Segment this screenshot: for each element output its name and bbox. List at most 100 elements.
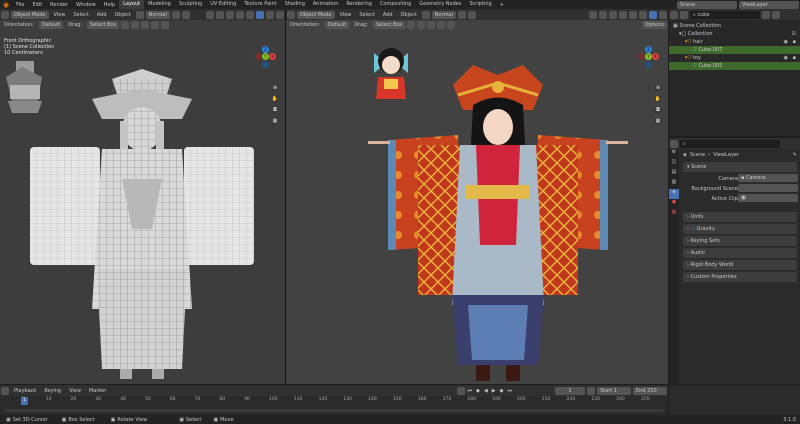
menu-render[interactable]: Render <box>46 2 72 8</box>
gizmo-x-axis[interactable]: X <box>652 53 659 60</box>
mode-selector[interactable]: Object Mode <box>297 10 335 19</box>
jump-start-icon[interactable]: ⏮ <box>466 388 475 394</box>
transform-orientation-icon[interactable] <box>135 10 144 19</box>
tab-scripting[interactable]: Scripting <box>465 0 495 9</box>
editor-type-icon[interactable] <box>287 10 295 19</box>
menu-add[interactable]: Add <box>379 12 397 18</box>
rendered-shading-icon[interactable] <box>659 10 667 19</box>
record-icon[interactable] <box>456 386 465 395</box>
camera-field[interactable]: ▪ Camera <box>738 174 798 182</box>
transform-orientation-icon[interactable] <box>421 10 430 19</box>
eye-icon[interactable]: ◉ <box>784 38 788 46</box>
menu-object[interactable]: Object <box>111 12 135 18</box>
view-layer-tab-icon[interactable]: ▥ <box>669 179 679 189</box>
snap-icon[interactable] <box>171 10 180 19</box>
orientation-dropdown[interactable]: Default <box>38 21 64 29</box>
shading-mode-selector[interactable]: Normal <box>145 10 170 19</box>
outliner-search-field[interactable]: ⌕ cube <box>690 10 760 19</box>
xray-icon[interactable] <box>619 10 627 19</box>
editor-type-icon[interactable] <box>1 10 9 19</box>
tab-rendering[interactable]: Rendering <box>342 0 376 9</box>
camera-icon[interactable]: ▪ <box>793 38 796 46</box>
navigation-gizmo[interactable]: Z X Y <box>255 46 276 80</box>
editor-type-icon[interactable] <box>670 139 678 148</box>
filter-icon[interactable] <box>762 10 770 19</box>
tab-modeling[interactable]: Modeling <box>144 0 175 9</box>
menu-add[interactable]: Add <box>93 12 111 18</box>
menu-keying[interactable]: Keying <box>40 388 65 394</box>
gizmo-toggle-icon[interactable] <box>599 10 607 19</box>
gravity-panel-header[interactable]: › ☑ Gravity <box>683 224 797 234</box>
current-frame-field[interactable]: 1 <box>555 386 585 395</box>
blender-logo-icon[interactable]: ◉ <box>0 1 12 9</box>
select-mode-invert-icon[interactable] <box>151 21 160 29</box>
outliner-row-cube-005[interactable]: ▽ Cube.005 <box>669 62 800 70</box>
select-mode-subtract-icon[interactable] <box>141 21 150 29</box>
drag-dropdown[interactable]: Select Box <box>87 21 120 29</box>
gizmo-neg-x[interactable] <box>255 53 262 60</box>
gizmo-x-axis[interactable]: X <box>269 53 276 60</box>
visibility-icon[interactable] <box>589 10 597 19</box>
menu-select[interactable]: Select <box>355 12 378 18</box>
scene-panel-header[interactable]: ▾ Scene <box>683 162 797 172</box>
rendered-shading-icon[interactable] <box>276 10 284 19</box>
select-mode-invert-icon[interactable] <box>437 21 446 29</box>
menu-select[interactable]: Select <box>69 12 92 18</box>
world-tab-icon[interactable]: ● <box>669 199 679 209</box>
tab-geometry-nodes[interactable]: Geometry Nodes <box>415 0 465 9</box>
tab-animation[interactable]: Animation <box>309 0 343 9</box>
options-dropdown[interactable]: Options <box>641 21 667 29</box>
menu-file[interactable]: File <box>12 2 28 8</box>
menu-view[interactable]: View <box>65 388 85 394</box>
select-mode-intersect-icon[interactable] <box>447 21 456 29</box>
drag-dropdown[interactable]: Select Box <box>373 21 406 29</box>
scene-tab-icon[interactable]: ◈ <box>669 189 679 199</box>
camera-view-icon[interactable]: ◘ <box>271 106 279 114</box>
scene-selector[interactable]: Scene <box>677 0 737 9</box>
outliner-row-cube-007[interactable]: ▽ Cube.007 <box>669 46 800 54</box>
proportional-edit-icon[interactable] <box>467 10 476 19</box>
overlay-toggle-icon[interactable] <box>609 10 617 19</box>
select-mode-extend-icon[interactable] <box>131 21 140 29</box>
next-keyframe-icon[interactable]: ◆ <box>498 388 506 394</box>
zoom-icon[interactable]: ⊕ <box>654 84 662 92</box>
end-frame-field[interactable]: End 250 <box>633 386 667 395</box>
outliner-row-hair[interactable]: ▾▽ hair ◉ ▪ <box>669 38 800 46</box>
editor-type-icon[interactable] <box>670 10 678 19</box>
tab-uv-editing[interactable]: UV Editing <box>206 0 240 9</box>
new-collection-icon[interactable] <box>772 10 780 19</box>
material-shading-icon[interactable] <box>266 10 274 19</box>
gizmo-neg-z[interactable] <box>645 61 652 68</box>
select-mode-subtract-icon[interactable] <box>427 21 436 29</box>
gizmo-z-axis[interactable]: Z <box>262 46 269 53</box>
menu-playback[interactable]: Playback <box>10 388 40 394</box>
orientation-dropdown[interactable]: Default <box>324 21 350 29</box>
gizmo-toggle-icon[interactable] <box>216 10 224 19</box>
rigid-body-world-panel-header[interactable]: › Rigid Body World <box>683 260 797 270</box>
menu-object[interactable]: Object <box>397 12 421 18</box>
play-icon[interactable]: ▶ <box>490 388 498 394</box>
prev-keyframe-icon[interactable]: ◆ <box>474 388 482 394</box>
audio-panel-header[interactable]: › Audio <box>683 248 797 258</box>
preview-range-icon[interactable] <box>587 386 595 395</box>
tool-tab-icon[interactable]: ⚙ <box>669 149 679 159</box>
grid-view-icon[interactable]: ▦ <box>271 117 279 125</box>
output-tab-icon[interactable]: ▤ <box>669 169 679 179</box>
select-mode-new-icon[interactable] <box>407 21 416 29</box>
solid-shading-icon[interactable] <box>256 10 264 19</box>
right-viewport[interactable]: Object Mode View Select Add Object Norma… <box>286 9 668 384</box>
custom-properties-panel-header[interactable]: › Custom Properties <box>683 272 797 282</box>
units-panel-header[interactable]: › Units <box>683 212 797 222</box>
gizmo-neg-x[interactable] <box>638 53 645 60</box>
mode-selector[interactable]: Object Mode <box>11 10 49 19</box>
snap-icon[interactable] <box>457 10 466 19</box>
pan-hand-icon[interactable]: ✋ <box>271 95 279 103</box>
material-shading-icon[interactable] <box>649 10 657 19</box>
tab-sculpting[interactable]: Sculpting <box>175 0 206 9</box>
active-clip-field[interactable]: ▣ <box>738 194 798 202</box>
proportional-edit-icon[interactable] <box>181 10 190 19</box>
tab-texture-paint[interactable]: Texture Paint <box>240 0 280 9</box>
menu-marker[interactable]: Marker <box>85 388 110 394</box>
background-scene-field[interactable] <box>738 184 798 192</box>
grid-view-icon[interactable]: ▦ <box>654 117 662 125</box>
